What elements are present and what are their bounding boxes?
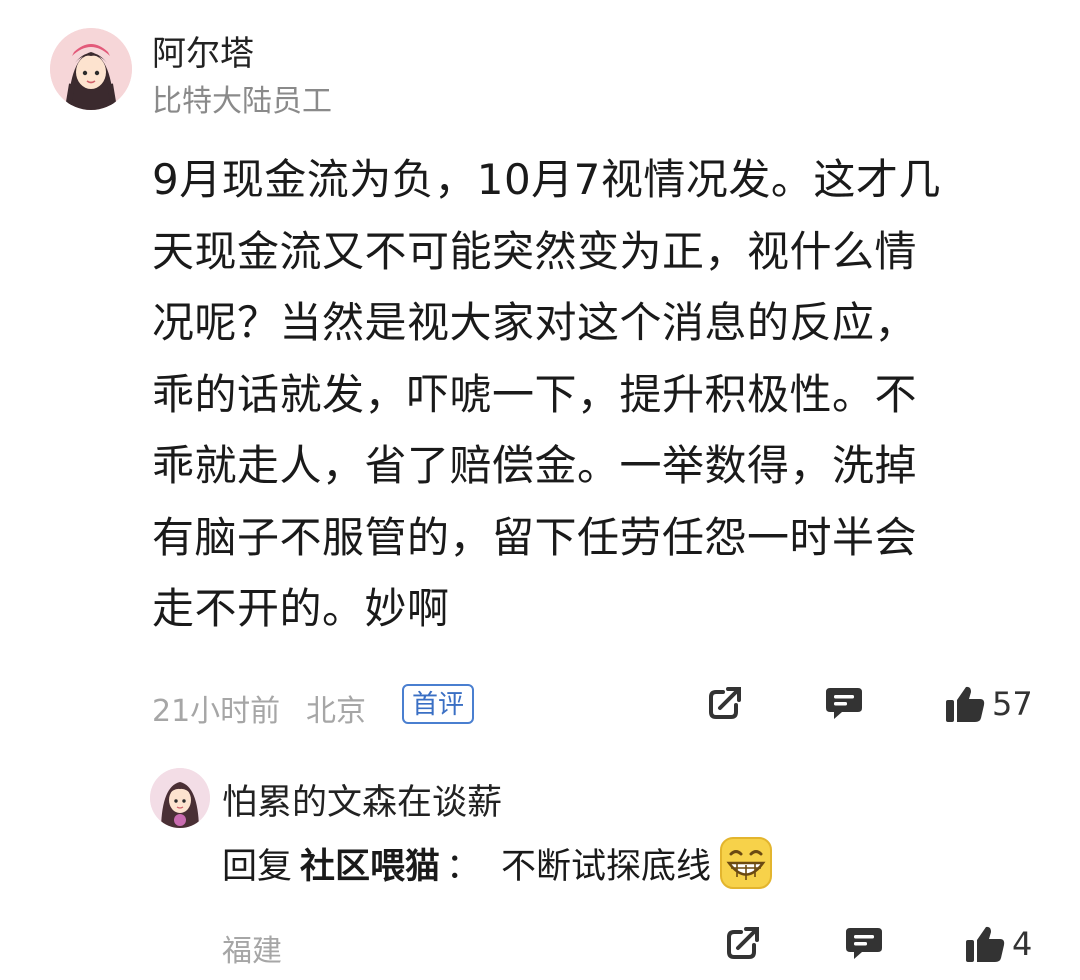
- reply-target-user[interactable]: 社区喂猫: [300, 838, 440, 889]
- comment-line: 天现金流又不可能突然变为正，视什么情: [152, 226, 918, 276]
- like-count: 57: [992, 685, 1033, 723]
- comment-line: 况呢？当然是视大家对这个消息的反应，: [152, 298, 918, 347]
- comment-line: 乖就走人，省了赔偿金。一举数得，洗掉: [152, 441, 918, 490]
- share-icon: [727, 927, 759, 959]
- comment-time: 21小时前: [152, 694, 281, 729]
- reply-share-button[interactable]: [724, 924, 762, 962]
- reply-comment-button[interactable]: [844, 924, 884, 962]
- comment-line: 有脑子不服管的，留下任劳任怨一时半会: [152, 512, 918, 562]
- comment-body: 9月现金流为负，10月7视情况发。这才几 天现金流又不可能突然变为正，视什么情 …: [152, 144, 1032, 645]
- avatar[interactable]: [50, 28, 132, 110]
- reply-avatar[interactable]: [150, 768, 210, 828]
- reply-location: 福建: [222, 934, 282, 969]
- comment-line: 走不开的。妙啊: [152, 584, 450, 633]
- share-icon: [709, 687, 741, 719]
- comment-line: 9月现金流为负，10月7视情况发。这才几: [152, 155, 941, 204]
- reply-content: 不断试探底线: [501, 846, 712, 887]
- reply-text: 回复 社区喂猫 ： 不断试探底线: [222, 836, 773, 890]
- comment-icon: [846, 928, 882, 959]
- grinning-face-emoji: [720, 837, 773, 889]
- thumbs-up-icon: [966, 926, 1005, 962]
- comment-icon: [826, 688, 862, 719]
- user-title: 比特大陆员工: [152, 84, 332, 119]
- reply-button[interactable]: [824, 684, 864, 722]
- comment-line: 乖的话就发，吓唬一下，提升积极性。不: [152, 369, 918, 419]
- comment-location: 北京: [306, 694, 366, 729]
- reply-prefix: 回复: [222, 846, 293, 887]
- share-button[interactable]: [706, 684, 744, 722]
- like-button[interactable]: 57: [944, 684, 1033, 724]
- reply-like-count: 4: [1012, 925, 1033, 963]
- first-comment-badge: 首评: [402, 684, 475, 724]
- reply-like-button[interactable]: 4: [964, 924, 1032, 964]
- reply-username[interactable]: 怕累的文森在谈薪: [222, 774, 502, 825]
- thumbs-up-icon: [946, 686, 985, 722]
- comment-username[interactable]: 阿尔塔: [152, 26, 254, 75]
- reply-colon: ：: [446, 846, 482, 887]
